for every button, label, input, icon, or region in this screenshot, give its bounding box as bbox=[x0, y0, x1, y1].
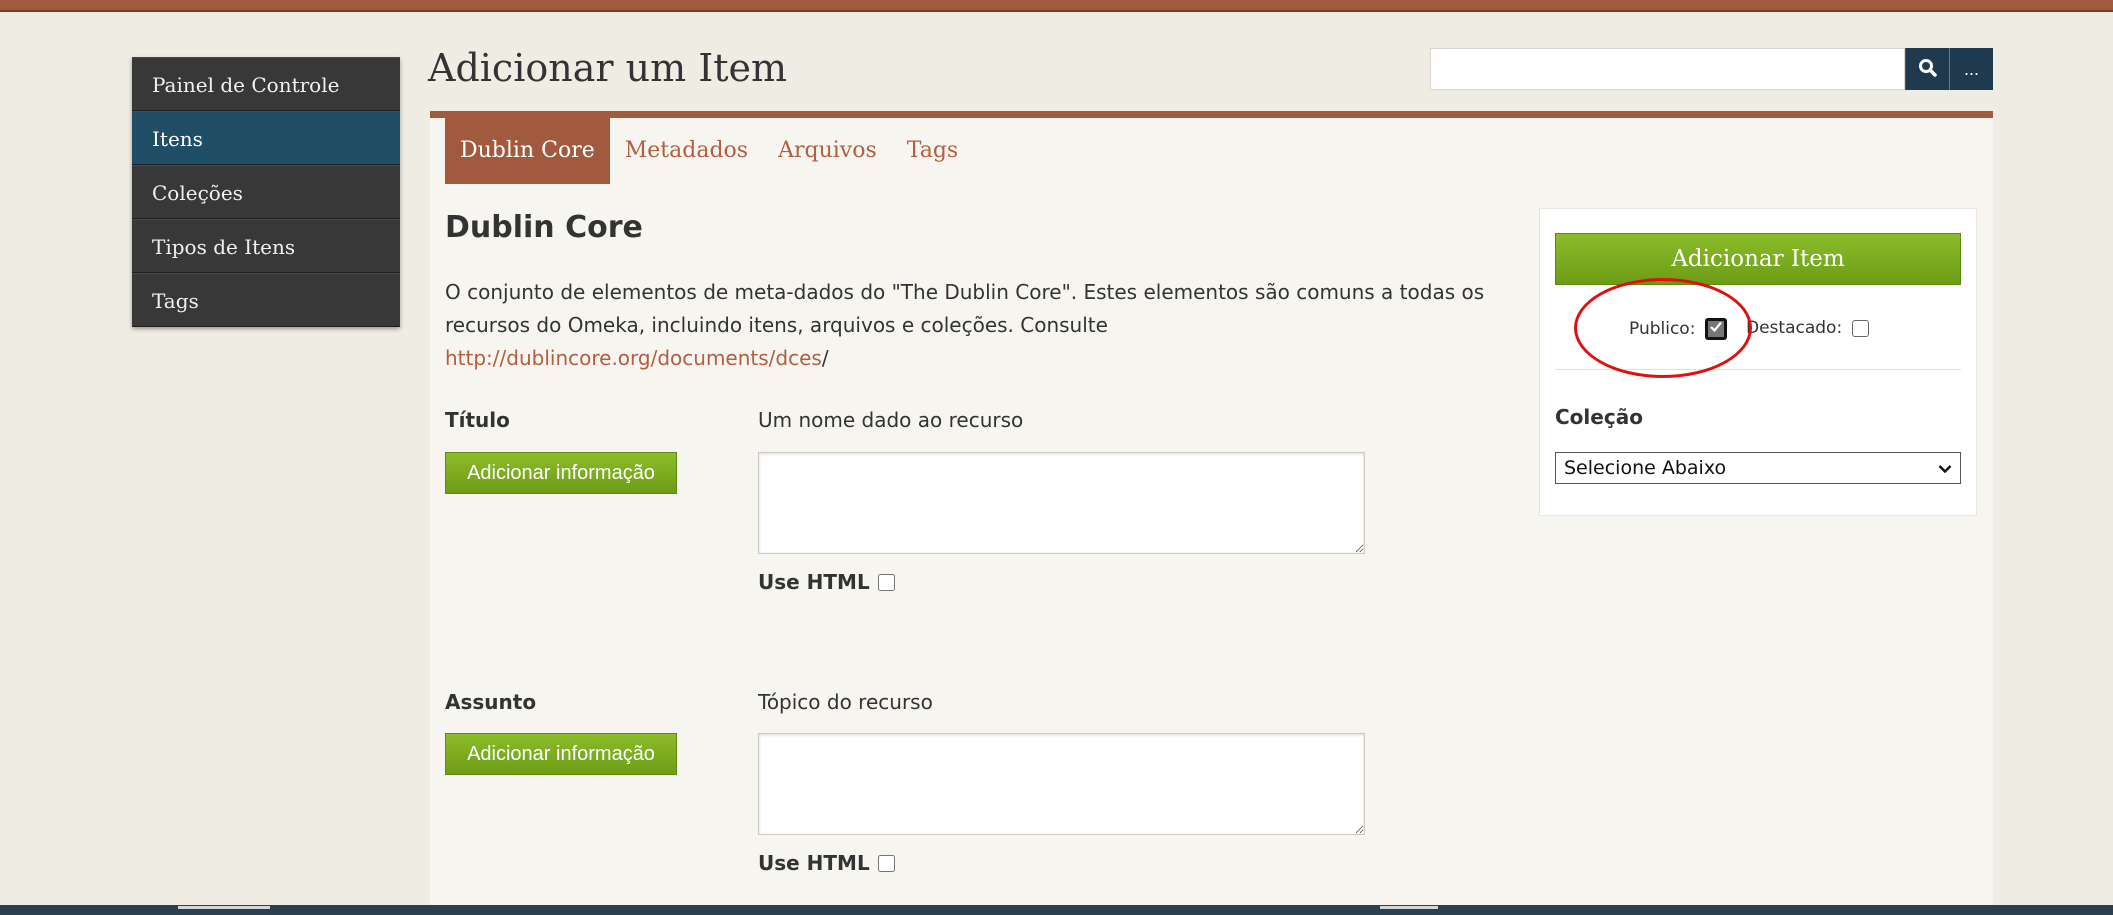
title-textarea[interactable] bbox=[758, 452, 1365, 554]
bottom-band bbox=[0, 905, 2113, 915]
tab-files[interactable]: Arquivos bbox=[763, 118, 892, 184]
featured-label: Destacado: bbox=[1746, 318, 1843, 338]
subject-textarea[interactable] bbox=[758, 733, 1365, 835]
collection-selected-value: Selecione Abaixo bbox=[1564, 457, 1727, 479]
content-top-rule bbox=[430, 111, 1993, 118]
search-button[interactable] bbox=[1905, 48, 1949, 90]
dublin-core-link[interactable]: http://dublincore.org/documents/dces bbox=[445, 346, 822, 370]
use-html-checkbox-title[interactable] bbox=[877, 573, 895, 591]
use-html-label: Use HTML bbox=[758, 570, 870, 594]
sidebar-item-collections[interactable]: Coleções bbox=[132, 165, 400, 219]
chevron-down-icon bbox=[1938, 457, 1952, 479]
add-item-button[interactable]: Adicionar Item bbox=[1555, 233, 1961, 285]
collection-select[interactable]: Selecione Abaixo bbox=[1555, 452, 1961, 484]
bottom-band-mark bbox=[1380, 906, 1438, 909]
description-suffix: / bbox=[821, 346, 829, 370]
checkmark-icon bbox=[1709, 319, 1723, 339]
sidebar-item-item-types[interactable]: Tipos de Itens bbox=[132, 219, 400, 273]
top-accent-band bbox=[0, 0, 2113, 12]
sidebar-item-tags[interactable]: Tags bbox=[132, 273, 400, 327]
search-bar: ... bbox=[1430, 48, 1993, 90]
section-description: O conjunto de elementos de meta-dados do… bbox=[445, 276, 1495, 375]
sidebar-nav: Painel de Controle Itens Coleções Tipos … bbox=[132, 57, 400, 327]
public-label: Publico: bbox=[1629, 319, 1696, 339]
featured-flag: Destacado: bbox=[1746, 318, 1870, 338]
collection-label: Coleção bbox=[1555, 405, 1643, 429]
featured-checkbox[interactable] bbox=[1852, 319, 1870, 337]
field-label-title: Título bbox=[445, 408, 510, 432]
description-text: O conjunto de elementos de meta-dados do… bbox=[445, 280, 1485, 337]
use-html-checkbox-subject[interactable] bbox=[877, 854, 895, 872]
field-description-title: Um nome dado ao recurso bbox=[758, 408, 1024, 432]
section-heading: Dublin Core bbox=[445, 210, 643, 245]
tab-tags[interactable]: Tags bbox=[892, 118, 973, 184]
use-html-title[interactable]: Use HTML bbox=[758, 570, 895, 594]
use-html-label: Use HTML bbox=[758, 851, 870, 875]
tab-dublin-core[interactable]: Dublin Core bbox=[445, 118, 610, 184]
bottom-band-mark bbox=[178, 906, 270, 909]
side-divider bbox=[1555, 369, 1961, 370]
use-html-subject[interactable]: Use HTML bbox=[758, 851, 895, 875]
public-checkbox[interactable] bbox=[1705, 318, 1728, 340]
page-title: Adicionar um Item bbox=[428, 46, 787, 90]
field-description-subject: Tópico do recurso bbox=[758, 690, 933, 714]
add-info-button-subject[interactable]: Adicionar informação bbox=[445, 733, 677, 775]
sidebar-item-items[interactable]: Itens bbox=[132, 111, 400, 165]
field-label-subject: Assunto bbox=[445, 690, 537, 714]
section-tabs: Dublin Core Metadados Arquivos Tags bbox=[445, 118, 973, 184]
search-icon bbox=[1918, 58, 1938, 81]
tab-metadata[interactable]: Metadados bbox=[610, 118, 763, 184]
search-input[interactable] bbox=[1430, 48, 1905, 90]
public-flag: Publico: bbox=[1629, 318, 1728, 340]
add-info-button-title[interactable]: Adicionar informação bbox=[445, 452, 677, 494]
advanced-search-button[interactable]: ... bbox=[1949, 48, 1993, 90]
sidebar-item-dashboard[interactable]: Painel de Controle bbox=[132, 57, 400, 111]
